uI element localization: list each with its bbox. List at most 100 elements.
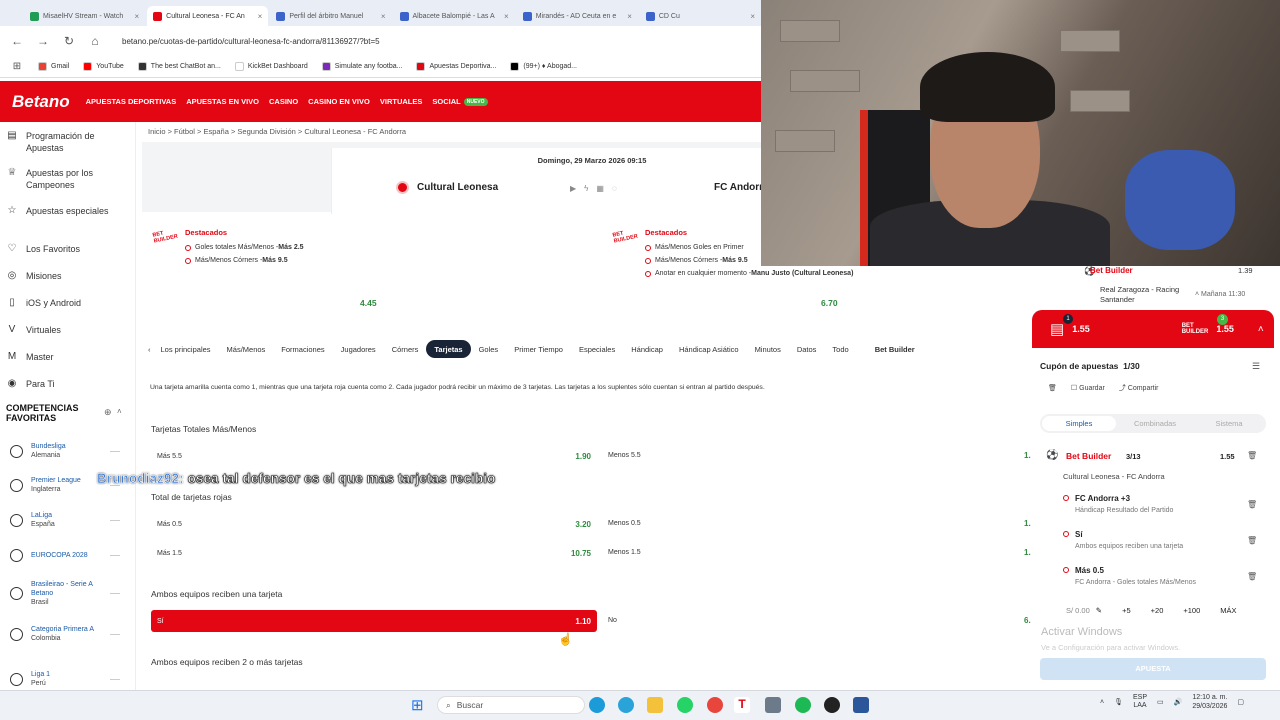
selection-label[interactable]: Menos 5.5 — [608, 452, 641, 459]
competition-brasileirao[interactable]: Brasileirao - Serie A Betano Brasil — [10, 580, 120, 607]
odds-button[interactable]: Más 0.5 3.20 — [151, 513, 597, 535]
microphone-icon[interactable]: 🎙 — [1114, 698, 1123, 706]
selection-odds[interactable]: 1. — [1024, 451, 1031, 460]
favorite-toggle[interactable] — [110, 555, 120, 556]
telegram-icon[interactable] — [618, 697, 634, 713]
clock[interactable]: 12:10 a. m. 29/03/2026 — [1192, 693, 1227, 711]
bookmark-item[interactable]: Apuestas Deportiva... — [416, 62, 496, 71]
stats-icon[interactable]: ▦ — [596, 184, 604, 193]
bookmark-item[interactable]: Simulate any footba... — [321, 62, 402, 71]
sidebar-item-virtuales[interactable]: V Virtuales — [0, 324, 132, 336]
trash-icon[interactable]: 🗑 — [1048, 384, 1057, 392]
chevron-up-icon[interactable]: ˄ — [1258, 324, 1264, 335]
market-tab[interactable]: Hándicap Asiático — [671, 340, 747, 358]
whatsapp-icon[interactable] — [677, 697, 693, 713]
chevron-up-icon[interactable]: ˄ — [117, 407, 122, 416]
bookmark-item[interactable]: (99+) ♦ Abogad... — [510, 62, 577, 71]
market-tab[interactable]: Formaciones — [273, 340, 332, 358]
windows-start-icon[interactable]: ⊞ — [411, 696, 424, 714]
breadcrumb[interactable]: Inicio > Fútbol > España > Segunda Divis… — [148, 127, 406, 136]
odds-button-selected[interactable]: Sí 1.10 — [151, 610, 597, 632]
nav-social[interactable]: SOCIAL NUEVO — [432, 97, 488, 106]
market-tab[interactable]: Primer Tiempo — [506, 340, 571, 358]
market-tab[interactable]: Bet Builder — [867, 340, 923, 358]
market-tab[interactable]: Más/Menos — [219, 340, 274, 358]
betano-logo[interactable]: Betano — [12, 92, 70, 112]
bookmark-item[interactable]: KickBet Dashboard — [234, 62, 308, 71]
word-icon[interactable] — [853, 697, 869, 713]
settings-sliders-icon[interactable]: ☰ — [1252, 361, 1260, 372]
add-competition-icon[interactable]: ⊕ — [104, 407, 112, 418]
close-tab-icon[interactable]: × — [504, 12, 509, 21]
text-app-icon[interactable]: T — [734, 697, 750, 713]
chat-icon[interactable]: ◌ — [612, 184, 617, 193]
url-field[interactable]: betano.pe/cuotas-de-partido/cultural-leo… — [122, 37, 380, 46]
forward-icon[interactable]: → — [36, 34, 50, 48]
favorite-toggle[interactable] — [110, 593, 120, 594]
obs-icon[interactable] — [824, 697, 840, 713]
market-tab[interactable]: Especiales — [571, 340, 623, 358]
quick-stake-20[interactable]: +20 — [1151, 606, 1164, 615]
selection-label[interactable]: No — [608, 617, 617, 624]
selection-odds[interactable]: 6. — [1024, 616, 1031, 625]
sidebar-item-ios-android[interactable]: ▯ iOS y Android — [0, 297, 132, 309]
trash-icon[interactable]: 🗑 — [1247, 572, 1257, 581]
notification-icon[interactable]: ▢ — [1237, 698, 1244, 706]
chrome-icon[interactable] — [707, 697, 723, 713]
bookmark-item[interactable]: YouTube — [83, 62, 124, 71]
back-icon[interactable]: ← — [10, 34, 24, 48]
competition-liga1[interactable]: Liga 1 Perú — [10, 670, 120, 688]
selection-odds[interactable]: 1. — [1024, 548, 1031, 557]
market-tab[interactable]: Córners — [384, 340, 427, 358]
tab-combinadas[interactable]: Combinadas — [1118, 419, 1192, 428]
sidebar-item-misiones[interactable]: ◎ Misiones — [0, 270, 132, 282]
save-button[interactable]: ☐ Guardar — [1071, 384, 1105, 392]
volume-icon[interactable]: 🔊 — [1174, 698, 1183, 706]
odds-button[interactable]: Más 1.5 10.75 — [151, 542, 597, 564]
market-tab[interactable]: Goles — [471, 340, 507, 358]
selection-label[interactable]: Menos 0.5 — [608, 520, 641, 527]
bookmark-item[interactable]: The best ChatBot an... — [137, 62, 221, 71]
market-tab[interactable]: Los principales — [153, 340, 219, 358]
market-tab[interactable]: Datos — [789, 340, 825, 358]
stake-input[interactable]: S/ 0.00 — [1066, 606, 1090, 615]
competition-laliga[interactable]: LaLiga España — [10, 511, 120, 529]
spotify-icon[interactable] — [795, 697, 811, 713]
trash-icon[interactable]: 🗑 — [1247, 451, 1257, 460]
sidebar-item-campeones[interactable]: ♕ Apuestas por los Campeones — [0, 167, 132, 191]
close-tab-icon[interactable]: × — [258, 12, 263, 21]
sidebar-item-favoritos[interactable]: ♡ Los Favoritos — [0, 243, 132, 255]
bet-builder-match[interactable]: Real Zaragoza - Racing Santander — [1100, 285, 1180, 305]
sidebar-item-master[interactable]: M Master — [0, 351, 132, 363]
market-tab[interactable]: Minutos — [747, 340, 789, 358]
market-tab[interactable]: Tarjetas — [426, 340, 471, 358]
browser-tab[interactable]: Mirandés - AD Ceuta en e × — [517, 6, 638, 26]
edge-icon[interactable] — [589, 697, 605, 713]
market-tab[interactable]: Hándicap — [623, 340, 671, 358]
trash-icon[interactable]: 🗑 — [1247, 536, 1257, 545]
sidebar-item-para-ti[interactable]: ◉ Para Ti — [0, 378, 132, 390]
sidebar-item-especiales[interactable]: ☆ Apuestas especiales — [0, 205, 132, 217]
tab-sistema[interactable]: Sistema — [1192, 419, 1266, 428]
tab-simples[interactable]: Simples — [1042, 416, 1116, 431]
browser-tab[interactable]: Cultural Leonesa - FC An × — [147, 6, 269, 26]
lightning-icon[interactable]: ϟ — [584, 184, 588, 193]
bet-builder-odds[interactable]: 1.39 — [1238, 266, 1253, 275]
trash-icon[interactable]: 🗑 — [1247, 500, 1257, 509]
competition-categoria-primera[interactable]: Categoria Primera A Colombia — [10, 625, 120, 643]
calculator-icon[interactable] — [765, 697, 781, 713]
home-icon[interactable]: ⌂ — [88, 34, 102, 48]
browser-tab[interactable]: MisaelHV Stream - Watch × — [24, 6, 145, 26]
featured-odds[interactable]: 4.45 — [360, 298, 377, 308]
apps-icon[interactable]: ⊞ — [10, 61, 24, 72]
language-indicator[interactable]: ESP LAA — [1133, 694, 1147, 710]
quick-stake-max[interactable]: MÁX — [1220, 606, 1236, 615]
file-explorer-icon[interactable] — [647, 697, 663, 713]
competition-eurocopa[interactable]: EUROCOPA 2028 — [10, 549, 120, 562]
close-tab-icon[interactable]: × — [627, 12, 632, 21]
favorite-toggle[interactable] — [110, 450, 120, 452]
network-icon[interactable]: ▭ — [1157, 698, 1164, 706]
taskbar-search[interactable]: ⌕ Buscar — [437, 696, 585, 714]
bookmark-item[interactable]: Gmail — [38, 62, 69, 71]
favorite-toggle[interactable] — [110, 633, 120, 635]
